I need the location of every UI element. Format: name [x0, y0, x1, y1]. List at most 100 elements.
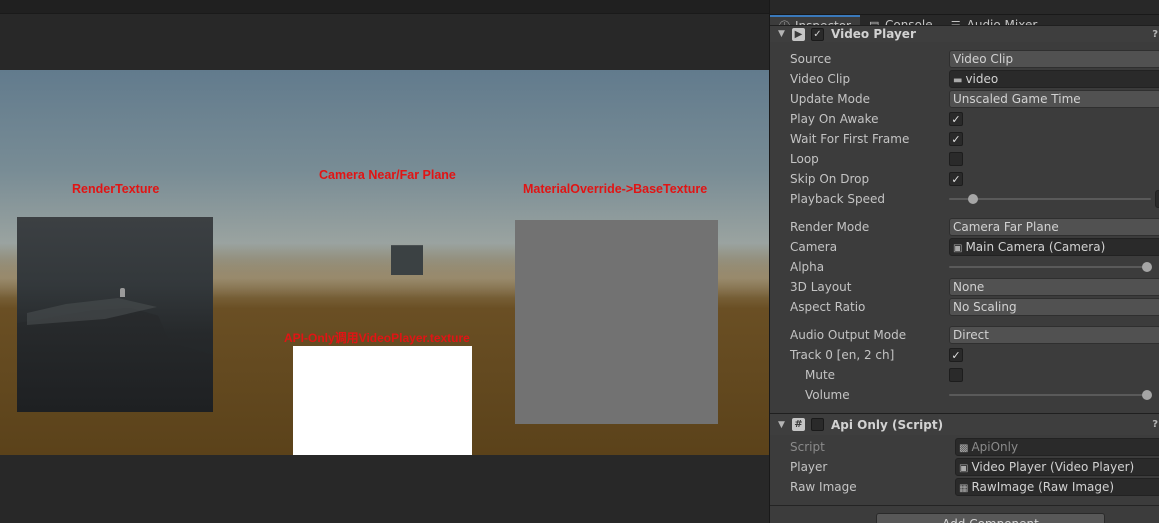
player-value: Video Player (Video Player) [971, 460, 1135, 474]
playback-speed-number[interactable] [1155, 190, 1159, 208]
row-play-on-awake: Play On Awake ✓ [770, 109, 1159, 129]
material-override-quad [515, 220, 718, 424]
layout-3d-label: 3D Layout [790, 280, 852, 294]
row-audio-output: Audio Output Mode Direct [770, 325, 1159, 345]
loop-label: Loop [790, 152, 819, 166]
render-texture-quad [17, 217, 213, 412]
alpha-knob[interactable] [1141, 262, 1152, 272]
camera-icon: ▣ [953, 243, 963, 254]
camera-field[interactable]: ▣ Main Camera (Camera) [949, 238, 1159, 256]
video-clip-field[interactable]: ▬ video [949, 70, 1159, 88]
add-component-button[interactable]: Add Component [876, 513, 1105, 523]
update-mode-label: Update Mode [790, 92, 870, 106]
raw-image-label: Raw Image [790, 480, 857, 494]
audio-output-label: Audio Output Mode [790, 328, 907, 342]
inspector-panel: ⓘ Inspector ▤ Console ☰ Audio Mixer ▼ ▶ … [769, 0, 1159, 523]
track-0-checkbox[interactable]: ✓ [949, 348, 963, 362]
row-camera: Camera ▣ Main Camera (Camera) [770, 237, 1159, 257]
divider [770, 505, 1159, 506]
playback-speed-label: Playback Speed [790, 192, 885, 206]
foldout-arrow-icon[interactable]: ▼ [778, 420, 785, 430]
api-only-header[interactable]: ▼ # Api Only (Script) ? [770, 413, 1159, 435]
playback-speed-knob[interactable] [968, 194, 979, 204]
row-aspect-ratio: Aspect Ratio No Scaling [770, 297, 1159, 317]
volume-knob[interactable] [1141, 390, 1152, 400]
playback-speed-slider[interactable] [949, 194, 1151, 204]
row-track-0: Track 0 [en, 2 ch] ✓ [770, 345, 1159, 365]
label-camera-plane: Camera Near/Far Plane [319, 168, 456, 182]
aspect-ratio-label: Aspect Ratio [790, 300, 866, 314]
script-field: ▩ ApiOnly [955, 438, 1159, 456]
row-source: Source Video Clip [770, 49, 1159, 69]
video-player-enabled-checkbox[interactable]: ✓ [811, 27, 824, 41]
raw-image-value: RawImage (Raw Image) [971, 480, 1115, 494]
row-loop: Loop [770, 149, 1159, 169]
aspect-ratio-dropdown[interactable]: No Scaling [949, 298, 1159, 316]
skip-on-drop-label: Skip On Drop [790, 172, 870, 186]
mute-label: Mute [805, 368, 836, 382]
rt-figure [120, 288, 125, 297]
row-mute: Mute [770, 365, 1159, 385]
video-clip-label: Video Clip [790, 72, 851, 86]
camera-label: Camera [790, 240, 838, 254]
video-clip-value: video [965, 72, 999, 86]
row-skip-on-drop: Skip On Drop ✓ [770, 169, 1159, 189]
alpha-label: Alpha [790, 260, 825, 274]
source-label: Source [790, 52, 832, 66]
player-field[interactable]: ▣ Video Player (Video Player) [955, 458, 1159, 476]
row-update-mode: Update Mode Unscaled Game Time [770, 89, 1159, 109]
track-0-label: Track 0 [en, 2 ch] [790, 348, 895, 362]
source-dropdown[interactable]: Video Clip [949, 50, 1159, 68]
video-player-header[interactable]: ▼ ▶ ✓ Video Player ? [770, 25, 1159, 42]
video-clip-icon: ▬ [953, 75, 963, 86]
video-player-icon: ▶ [792, 27, 805, 41]
play-on-awake-checkbox[interactable]: ✓ [949, 112, 963, 126]
row-script: Script ▩ ApiOnly [770, 437, 1159, 457]
camera-value: Main Camera (Camera) [965, 240, 1106, 254]
video-player-title: Video Player [831, 27, 916, 41]
row-3d-layout: 3D Layout None [770, 277, 1159, 297]
video-player-small-icon: ▣ [959, 463, 969, 474]
skip-on-drop-checkbox[interactable]: ✓ [949, 172, 963, 186]
row-render-mode: Render Mode Camera Far Plane [770, 217, 1159, 237]
game-viewport[interactable]: RenderTexture Camera Near/Far Plane Mate… [0, 70, 769, 455]
game-view-panel: RenderTexture Camera Near/Far Plane Mate… [0, 0, 769, 523]
play-on-awake-label: Play On Awake [790, 112, 879, 126]
help-icon[interactable]: ? [1152, 29, 1158, 40]
row-raw-image: Raw Image ▦ RawImage (Raw Image) [770, 477, 1159, 497]
foldout-arrow-icon[interactable]: ▼ [778, 29, 785, 39]
help-icon[interactable]: ? [1152, 419, 1158, 430]
layout-3d-dropdown[interactable]: None [949, 278, 1159, 296]
label-api-only: API-Only调用VideoPlayer.texture [284, 331, 470, 345]
volume-label: Volume [805, 388, 850, 402]
inspector-topbar [770, 0, 1159, 15]
api-only-raw-image [293, 346, 472, 455]
wait-first-frame-checkbox[interactable]: ✓ [949, 132, 963, 146]
script-file-icon: ▩ [959, 443, 969, 454]
script-hash-icon: # [792, 418, 805, 431]
alpha-slider[interactable] [949, 262, 1152, 272]
label-material-override: MaterialOverride->BaseTexture [523, 182, 708, 196]
update-mode-dropdown[interactable]: Unscaled Game Time [949, 90, 1159, 108]
row-player: Player ▣ Video Player (Video Player) [770, 457, 1159, 477]
row-video-clip: Video Clip ▬ video [770, 69, 1159, 89]
mute-checkbox[interactable] [949, 368, 963, 382]
row-playback-speed: Playback Speed [770, 189, 1159, 209]
row-wait-first-frame: Wait For First Frame ✓ [770, 129, 1159, 149]
api-only-enabled-checkbox[interactable] [811, 418, 824, 431]
image-icon: ▦ [959, 483, 969, 494]
game-view-toolbar [0, 0, 769, 14]
render-mode-label: Render Mode [790, 220, 870, 234]
loop-checkbox[interactable] [949, 152, 963, 166]
label-render-texture: RenderTexture [72, 182, 160, 196]
camera-plane-cube [391, 245, 423, 275]
script-value: ApiOnly [971, 440, 1019, 454]
script-label: Script [790, 440, 825, 454]
player-label: Player [790, 460, 828, 474]
render-mode-dropdown[interactable]: Camera Far Plane [949, 218, 1159, 236]
row-volume: Volume [770, 385, 1159, 405]
wait-first-frame-label: Wait For First Frame [790, 132, 910, 146]
volume-slider[interactable] [949, 390, 1152, 400]
raw-image-field[interactable]: ▦ RawImage (Raw Image) [955, 478, 1159, 496]
audio-output-dropdown[interactable]: Direct [949, 326, 1159, 344]
